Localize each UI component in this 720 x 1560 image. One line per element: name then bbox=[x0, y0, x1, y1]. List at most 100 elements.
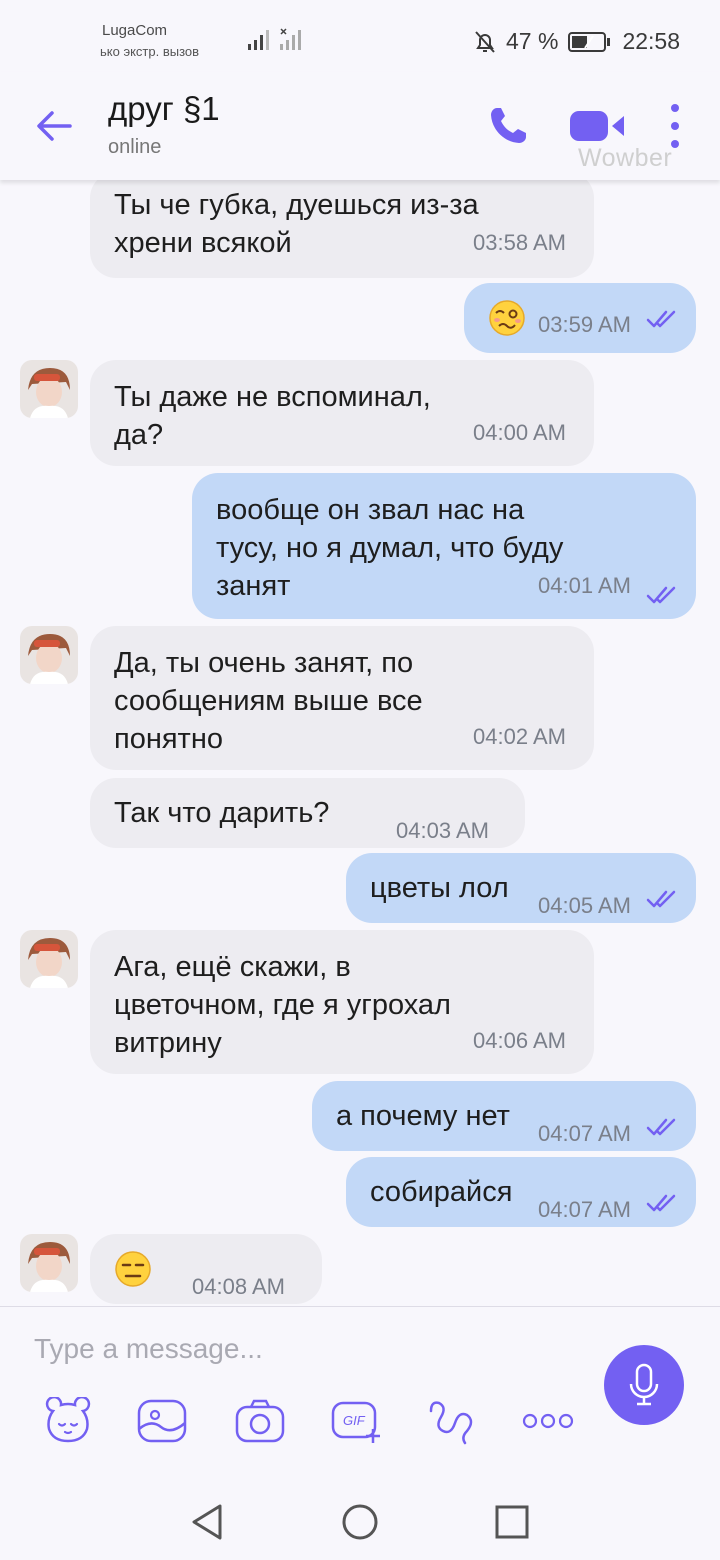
outgoing-message[interactable]: цветы лол 04:05 AM bbox=[346, 853, 696, 923]
message-time: 03:58 AM bbox=[473, 230, 566, 255]
avatar[interactable] bbox=[20, 1234, 78, 1292]
message-time: 04:07 AM bbox=[538, 1197, 631, 1222]
message-line: Да, ты очень занят, по bbox=[114, 647, 414, 679]
double-check-icon bbox=[646, 890, 676, 908]
message-line: Ты даже не вспоминал, bbox=[114, 381, 431, 413]
avatar[interactable] bbox=[20, 626, 78, 684]
message-line: а почему нет bbox=[336, 1100, 510, 1132]
message-line: витрину bbox=[114, 1027, 222, 1059]
contact-photo bbox=[20, 626, 78, 684]
nav-home-icon[interactable] bbox=[338, 1500, 382, 1544]
incoming-message[interactable]: 04:08 AM bbox=[90, 1234, 322, 1304]
message-text: а почему нет bbox=[336, 1097, 510, 1135]
sticker-bear-icon bbox=[45, 1397, 91, 1443]
system-navigation-bar bbox=[0, 1480, 720, 1560]
outgoing-message[interactable]: собирайся 04:07 AM bbox=[346, 1157, 696, 1227]
message-time: 04:08 AM bbox=[192, 1274, 285, 1299]
signal-strength-icon bbox=[248, 30, 269, 50]
gif-icon[interactable]: GIF bbox=[328, 1395, 384, 1447]
message-text: Ага, ещё скажи, в цветочном, где я угрох… bbox=[114, 948, 451, 1062]
contact-name[interactable]: друг §1 bbox=[108, 90, 220, 128]
carrier-name: LugaCom bbox=[102, 22, 168, 39]
double-check-icon bbox=[646, 586, 676, 604]
scribble-icon bbox=[429, 1401, 473, 1445]
back-button[interactable] bbox=[30, 102, 78, 150]
sticker-icon[interactable] bbox=[40, 1395, 96, 1447]
message-time: 04:01 AM bbox=[538, 573, 631, 598]
message-time: 04:03 AM bbox=[396, 818, 489, 843]
gallery-icon[interactable] bbox=[134, 1395, 190, 1447]
carrier-sub-text: ько экстр. вызов bbox=[100, 44, 200, 59]
no-signal-icon bbox=[280, 28, 301, 50]
message-line: сообщениям выше все bbox=[114, 685, 423, 717]
chat-header: друг §1 online Wowber bbox=[0, 72, 720, 180]
incoming-message[interactable]: Ты че губка, дуешься из-за хрени всякой … bbox=[90, 180, 594, 278]
status-right-group: 47 % 22:58 bbox=[474, 28, 680, 55]
message-text: собирайся bbox=[370, 1173, 512, 1211]
camera-icon[interactable] bbox=[232, 1395, 288, 1447]
message-line: вообще он звал нас на bbox=[216, 494, 525, 526]
contact-photo bbox=[20, 1234, 78, 1292]
watermark: Wowber bbox=[578, 144, 673, 172]
more-options-icon[interactable] bbox=[520, 1395, 576, 1447]
more-vertical-icon[interactable] bbox=[660, 104, 690, 148]
outgoing-message[interactable]: вообще он звал нас на тусу, но я думал, … bbox=[192, 473, 696, 619]
outgoing-message[interactable]: 03:59 AM bbox=[464, 283, 696, 353]
outgoing-message[interactable]: а почему нет 04:07 AM bbox=[312, 1081, 696, 1151]
back-arrow-icon bbox=[37, 111, 72, 141]
message-line: понятно bbox=[114, 723, 223, 755]
message-text: Так что дарить? bbox=[114, 794, 329, 832]
woozy-face-emoji-icon bbox=[489, 300, 525, 336]
message-time: 04:06 AM bbox=[473, 1028, 566, 1053]
camera-glyph-icon bbox=[235, 1399, 285, 1443]
double-check-icon bbox=[646, 1118, 676, 1136]
double-check-icon bbox=[646, 310, 676, 328]
message-text: Да, ты очень занят, по сообщениям выше в… bbox=[114, 644, 423, 758]
message-line: тусу, но я думал, что буду bbox=[216, 532, 564, 564]
composer: GIF bbox=[0, 1306, 720, 1480]
three-dots-icon bbox=[522, 1413, 574, 1429]
nav-back-icon[interactable] bbox=[186, 1500, 230, 1544]
image-icon bbox=[137, 1399, 187, 1443]
double-check-icon bbox=[646, 1194, 676, 1212]
contact-status: online bbox=[108, 136, 162, 158]
status-bar: LugaCom ько экстр. вызов 47 % 22:58 bbox=[0, 0, 720, 72]
message-line: Ага, ещё скажи, в bbox=[114, 951, 351, 983]
avatar[interactable] bbox=[20, 930, 78, 988]
contact-photo bbox=[20, 360, 78, 418]
clock: 22:58 bbox=[622, 28, 680, 54]
nav-recents-icon[interactable] bbox=[490, 1500, 534, 1544]
message-list[interactable]: Ты че губка, дуешься из-за хрени всякой … bbox=[0, 180, 720, 1306]
voice-message-button[interactable] bbox=[604, 1345, 684, 1425]
message-time: 04:07 AM bbox=[538, 1121, 631, 1146]
message-line: Так что дарить? bbox=[114, 797, 330, 829]
video-camera-icon[interactable] bbox=[568, 108, 630, 144]
carrier-info: LugaCom ько экстр. вызов bbox=[100, 22, 200, 60]
message-input[interactable] bbox=[34, 1329, 574, 1369]
message-text: Ты че губка, дуешься из-за хрени всякой bbox=[114, 186, 479, 262]
message-line: хрени всякой bbox=[114, 227, 292, 259]
microphone-icon bbox=[629, 1363, 659, 1406]
battery-icon bbox=[568, 31, 611, 52]
contact-photo bbox=[20, 930, 78, 988]
expressionless-face-emoji-icon bbox=[115, 1251, 151, 1287]
phone-icon[interactable] bbox=[484, 102, 532, 150]
incoming-message[interactable]: Ага, ещё скажи, в цветочном, где я угрох… bbox=[90, 930, 594, 1074]
message-text: Ты даже не вспоминал, да? bbox=[114, 378, 431, 454]
doodle-icon[interactable] bbox=[424, 1395, 480, 1447]
avatar[interactable] bbox=[20, 360, 78, 418]
message-line: Ты че губка, дуешься из-за bbox=[114, 189, 479, 221]
gif-label: GIF bbox=[343, 1413, 366, 1428]
message-line: да? bbox=[114, 419, 164, 451]
incoming-message[interactable]: Да, ты очень занят, по сообщениям выше в… bbox=[90, 626, 594, 770]
battery-percent: 47 % bbox=[506, 28, 559, 54]
message-line: цветочном, где я угрохал bbox=[114, 989, 451, 1021]
incoming-message[interactable]: Ты даже не вспоминал, да? 04:00 AM bbox=[90, 360, 594, 466]
message-text: вообще он звал нас на тусу, но я думал, … bbox=[216, 491, 563, 605]
incoming-message[interactable]: Так что дарить? 04:03 AM bbox=[90, 778, 525, 848]
message-text: цветы лол bbox=[370, 869, 509, 907]
message-line: занят bbox=[216, 570, 291, 602]
message-line: цветы лол bbox=[370, 872, 509, 904]
gif-glyph-icon: GIF bbox=[331, 1401, 380, 1443]
message-time: 04:05 AM bbox=[538, 893, 631, 918]
